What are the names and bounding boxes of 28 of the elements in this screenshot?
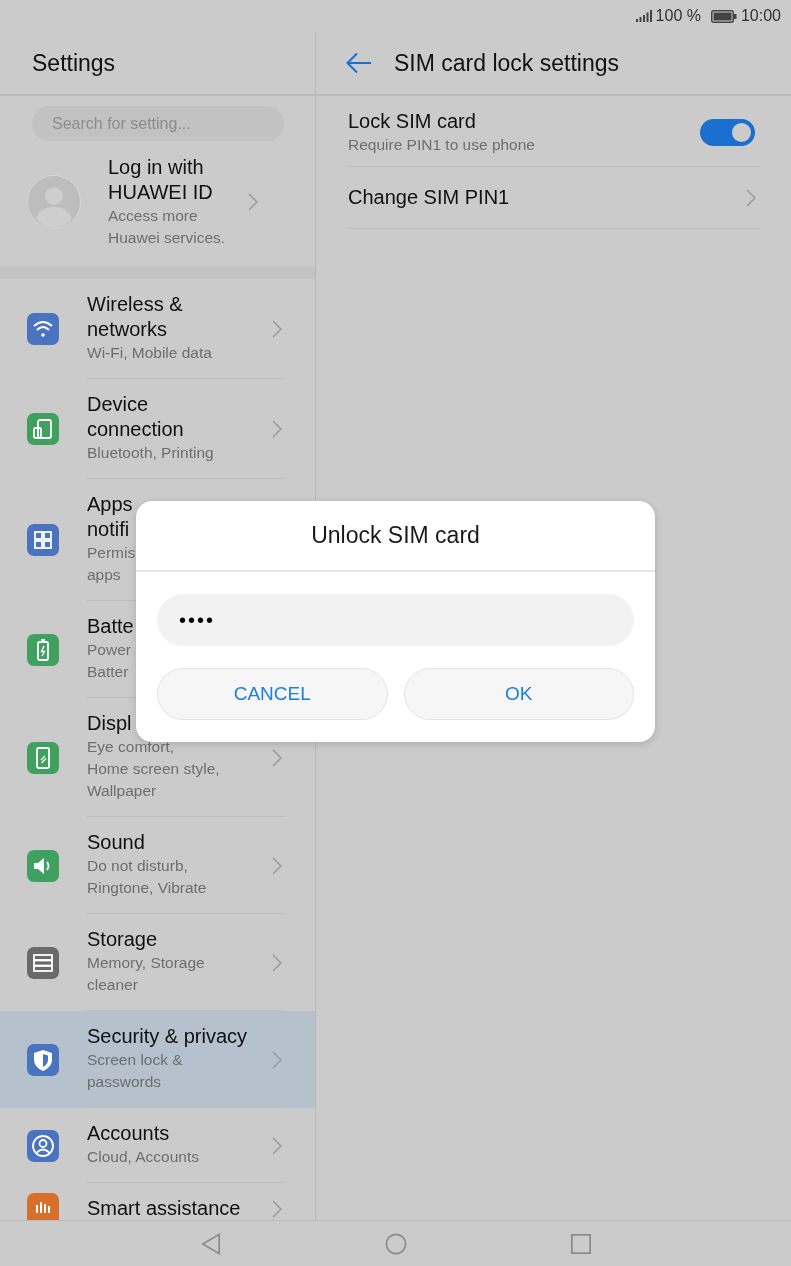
item-subtitle: Cloud, Accounts (87, 1147, 199, 1167)
item-title: Smart assistance (87, 1196, 241, 1220)
item-title: Displ (87, 711, 132, 736)
item-title: Device connection (87, 392, 185, 442)
item-title: Apps notifi (87, 492, 133, 542)
item-subtitle: Permis apps (87, 543, 136, 585)
row-subtitle: Require PIN1 to use phone (348, 135, 535, 155)
item-subtitle: Do not disturb, Ringtone, Vibrate (87, 856, 208, 898)
item-subtitle: Memory, Storage cleaner (87, 953, 206, 995)
item-title: Wireless & networks (87, 292, 184, 342)
item-title: Batte (87, 614, 134, 639)
row-title: Change SIM PIN1 (348, 185, 510, 210)
clock: 10:00 (740, 7, 781, 25)
item-title: Sound (87, 830, 145, 855)
sidebar-title: Settings (32, 49, 116, 77)
battery-percentage: 100 % (655, 7, 701, 25)
account-subtitle: Access more Huawei services. (108, 206, 227, 248)
item-title: Accounts (87, 1121, 170, 1146)
row-title: Lock SIM card (348, 109, 476, 134)
item-title: Security & privacy (87, 1024, 248, 1049)
item-subtitle: Bluetooth, Printing (87, 443, 214, 463)
page-title: SIM card lock settings (394, 49, 619, 77)
item-subtitle: Wi-Fi, Mobile data (87, 343, 212, 363)
item-subtitle: Eye comfort, Home screen style, Wallpaper (87, 737, 221, 801)
item-title: Storage (87, 927, 158, 952)
dialog-title: Unlock SIM card (311, 522, 480, 549)
item-subtitle: Screen lock & passwords (87, 1050, 184, 1092)
item-subtitle: Power Batter (87, 640, 131, 682)
